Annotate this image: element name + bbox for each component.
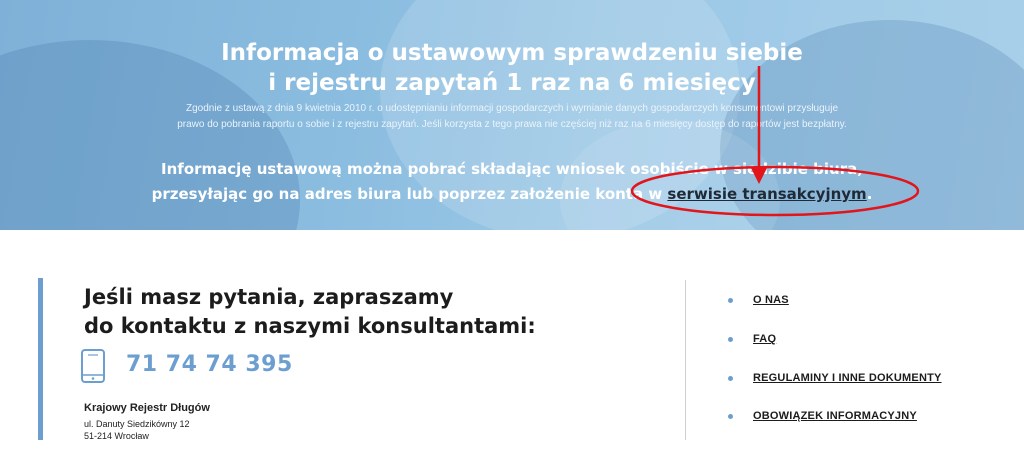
nav-link-o-nas[interactable]: O NAS xyxy=(753,294,789,306)
address-city: 51-214 Wrocław xyxy=(84,431,149,441)
transaction-service-link[interactable]: serwisie transakcyjnym xyxy=(667,185,866,203)
contact-heading-line2: do kontaktu z naszymi konsultantami: xyxy=(84,314,536,338)
hero-banner: Informacja o ustawowym sprawdzeniu siebi… xyxy=(0,0,1024,230)
nav-item-regulaminy: REGULAMINY I INNE DOKUMENTY xyxy=(728,372,942,384)
vertical-divider xyxy=(685,280,686,440)
hero-info-line2: przesyłając go na adres biura lub poprze… xyxy=(151,185,663,203)
company-name: Krajowy Rejestr Długów xyxy=(84,402,210,414)
bullet-dot-icon xyxy=(728,297,733,303)
address-street: ul. Danuty Siedzikówny 12 xyxy=(84,419,190,429)
hero-title-line1: Informacja o ustawowym sprawdzeniu siebi… xyxy=(221,40,803,66)
hero-description: Zgodnie z ustawą z dnia 9 kwietnia 2010 … xyxy=(70,101,954,133)
contact-heading-line1: Jeśli masz pytania, zapraszamy xyxy=(84,285,454,309)
hero-info-line1: Informację ustawową można pobrać składaj… xyxy=(161,160,863,178)
nav-item-obowiazek: OBOWIĄZEK INFORMACYJNY xyxy=(728,410,917,422)
nav-link-obowiazek-informacyjny[interactable]: OBOWIĄZEK INFORMACYJNY xyxy=(753,410,917,422)
smartphone-icon xyxy=(81,349,105,383)
hero-title-line2: i rejestru zapytań 1 raz na 6 miesięcy xyxy=(268,70,756,96)
hero-description-line1: Zgodnie z ustawą z dnia 9 kwietnia 2010 … xyxy=(185,103,839,114)
contact-heading: Jeśli masz pytania, zapraszamy do kontak… xyxy=(84,283,644,341)
nav-link-regulaminy[interactable]: REGULAMINY I INNE DOKUMENTY xyxy=(753,372,942,384)
hero-description-line2: prawo do pobrania raportu o sobie i z re… xyxy=(177,119,847,130)
nav-link-faq[interactable]: FAQ xyxy=(753,333,776,345)
nav-item-faq: FAQ xyxy=(728,333,776,345)
phone-number-link[interactable]: 71 74 74 395 xyxy=(126,352,293,377)
hero-info: Informację ustawową można pobrać składaj… xyxy=(0,157,1024,207)
contact-accent-bar xyxy=(38,278,43,440)
hero-info-suffix: . xyxy=(866,185,873,203)
bullet-dot-icon xyxy=(728,413,733,419)
hero-title: Informacja o ustawowym sprawdzeniu siebi… xyxy=(0,38,1024,98)
bullet-dot-icon xyxy=(728,375,733,381)
nav-item-o-nas: O NAS xyxy=(728,294,789,306)
bullet-dot-icon xyxy=(728,336,733,342)
